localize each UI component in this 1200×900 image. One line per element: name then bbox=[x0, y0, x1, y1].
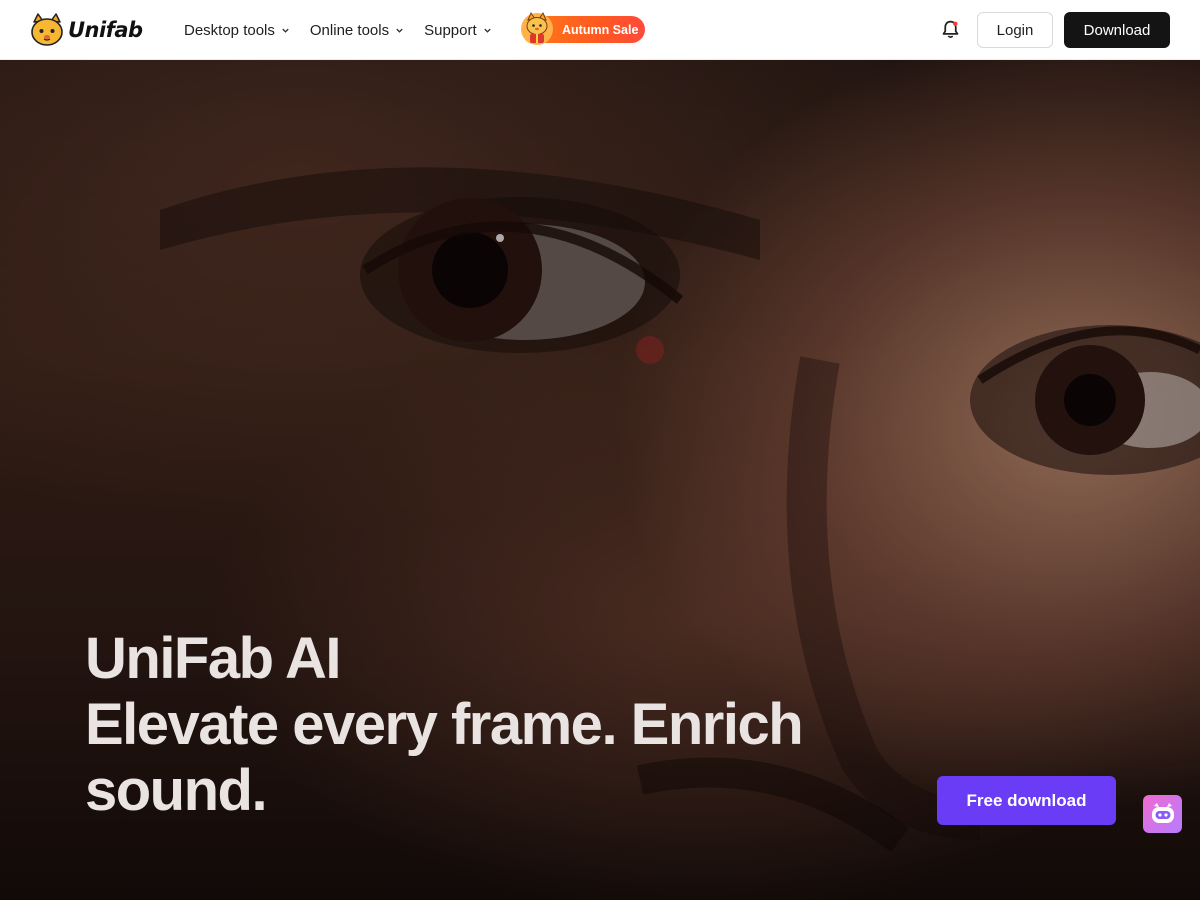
chevron-down-icon bbox=[282, 28, 289, 33]
bell-icon[interactable] bbox=[940, 19, 961, 40]
hero-title-line-3: sound. bbox=[85, 758, 268, 823]
hero-title-line-2: Elevate every frame. Enrich bbox=[85, 692, 804, 757]
cat-logo-icon bbox=[31, 13, 63, 46]
nav-support-label: Support bbox=[424, 21, 477, 39]
sale-label: Autumn Sale bbox=[562, 22, 639, 37]
hero-title: UniFab AI Elevate every frame. Enrich so… bbox=[85, 626, 845, 824]
autumn-sale-button[interactable]: Autumn Sale bbox=[521, 11, 645, 45]
brand-logo[interactable]: Unifab bbox=[29, 12, 143, 48]
nav-online-tools-label: Online tools bbox=[309, 21, 390, 39]
hero-section: UniFab AI Elevate every frame. Enrich so… bbox=[0, 60, 1200, 900]
chatbot-icon bbox=[1151, 803, 1174, 823]
nav-support[interactable]: Support bbox=[424, 22, 492, 39]
site-header: Unifab Desktop tools Online tools Suppor… bbox=[0, 0, 1200, 60]
sale-mascot-icon bbox=[521, 11, 553, 45]
assistant-chat-button[interactable] bbox=[1143, 795, 1182, 833]
brand-name: Unifab bbox=[68, 18, 143, 42]
nav-desktop-tools-label: Desktop tools bbox=[184, 21, 275, 39]
main-nav: Desktop tools Online tools Support bbox=[184, 0, 512, 60]
chevron-down-icon bbox=[483, 28, 491, 33]
hero-title-line-1: UniFab AI bbox=[85, 626, 342, 691]
login-button[interactable]: Login bbox=[977, 12, 1053, 48]
download-button[interactable]: Download bbox=[1064, 12, 1170, 48]
nav-desktop-tools[interactable]: Desktop tools bbox=[184, 22, 290, 39]
free-download-button[interactable]: Free download bbox=[937, 776, 1116, 825]
chevron-down-icon bbox=[396, 28, 403, 33]
nav-online-tools[interactable]: Online tools bbox=[310, 22, 404, 39]
